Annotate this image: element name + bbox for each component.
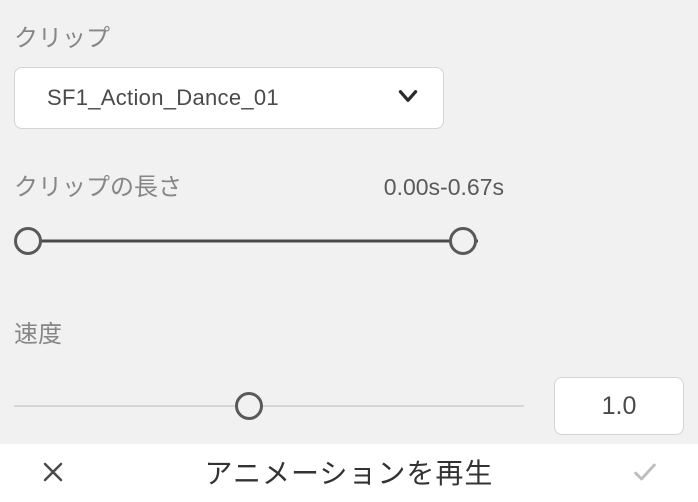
speed-track: [14, 405, 524, 407]
clip-length-handle-end[interactable]: [449, 227, 477, 255]
speed-handle[interactable]: [235, 392, 263, 420]
clip-dropdown[interactable]: SF1_Action_Dance_01: [14, 67, 444, 129]
clip-length-label: クリップの長さ: [14, 167, 182, 202]
close-button[interactable]: [38, 457, 68, 487]
speed-label: 速度: [14, 314, 688, 349]
clip-selected-text: SF1_Action_Dance_01: [47, 85, 279, 111]
bottom-bar-title: アニメーションを再生: [205, 452, 494, 492]
clip-label: クリップ: [14, 18, 688, 53]
chevron-down-icon: [395, 83, 421, 114]
speed-slider[interactable]: [14, 391, 524, 421]
check-icon: [631, 458, 659, 486]
clip-length-slider[interactable]: [10, 226, 688, 256]
confirm-button[interactable]: [630, 457, 660, 487]
bottom-bar: アニメーションを再生: [0, 444, 698, 502]
clip-length-track: [28, 240, 478, 243]
speed-value-input[interactable]: 1.0: [554, 377, 684, 435]
clip-length-range-text: 0.00s-0.67s: [384, 174, 504, 201]
close-icon: [41, 460, 65, 484]
clip-length-handle-start[interactable]: [14, 227, 42, 255]
